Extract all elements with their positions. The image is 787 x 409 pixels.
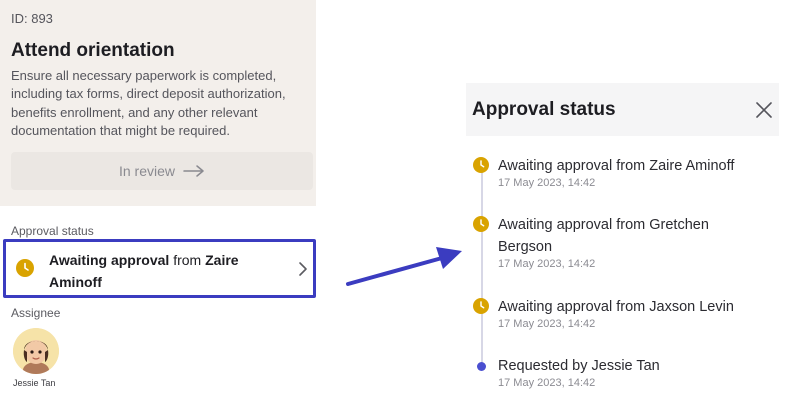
panel-title: Approval status: [472, 99, 616, 120]
timeline-item-time: 17 May 2023, 14:42: [498, 177, 596, 189]
timeline-item-text: Awaiting approval from Zaire Aminoff: [498, 158, 735, 174]
chevron-right-icon: [299, 262, 307, 276]
approval-connector: from: [169, 252, 206, 268]
approval-state: Awaiting approval: [49, 252, 170, 268]
requested-dot: [477, 362, 486, 371]
clock-icon: [473, 298, 489, 314]
dot-icon: [473, 357, 489, 373]
timeline-item-text: Awaiting approval from Jaxson Levin: [498, 299, 734, 315]
timeline-item-text: Awaiting approval from Gretchen Bergson: [498, 217, 709, 255]
assignee-label: Assignee: [11, 306, 61, 320]
timeline-line: [481, 168, 483, 365]
timeline-item-time: 17 May 2023, 14:42: [498, 318, 596, 330]
timeline-item-time: 17 May 2023, 14:42: [498, 377, 596, 389]
in-review-button[interactable]: In review: [11, 152, 313, 190]
panel-header: Approval status: [466, 83, 779, 136]
close-icon[interactable]: [756, 102, 772, 118]
task-description: Ensure all necessary paperwork is comple…: [11, 68, 286, 138]
in-review-label: In review: [118, 163, 176, 179]
arrow-right-icon: [183, 165, 204, 177]
clock-icon: [473, 157, 489, 173]
avatar[interactable]: [13, 328, 59, 374]
assignee-name: Jessie Tan: [13, 378, 56, 388]
approval-status-label: Approval status: [11, 224, 94, 238]
clock-icon: [16, 259, 34, 277]
task-id: ID: 893: [11, 11, 53, 26]
pointer-arrow-icon: [346, 247, 462, 286]
task-card: ID: 893 Attend orientation Ensure all ne…: [0, 0, 316, 409]
approval-status-row[interactable]: Awaiting approval from Zaire Aminoff: [3, 239, 316, 298]
clock-icon: [473, 216, 489, 232]
approval-summary: Awaiting approval from Zaire Aminoff: [49, 250, 289, 293]
assignee-avatar-image: [13, 328, 59, 374]
timeline-item-text: Requested by Jessie Tan: [498, 358, 660, 374]
task-title: Attend orientation: [11, 40, 175, 61]
timeline-item-time: 17 May 2023, 14:42: [498, 258, 596, 270]
task-details: ID: 893 Attend orientation Ensure all ne…: [0, 0, 316, 206]
